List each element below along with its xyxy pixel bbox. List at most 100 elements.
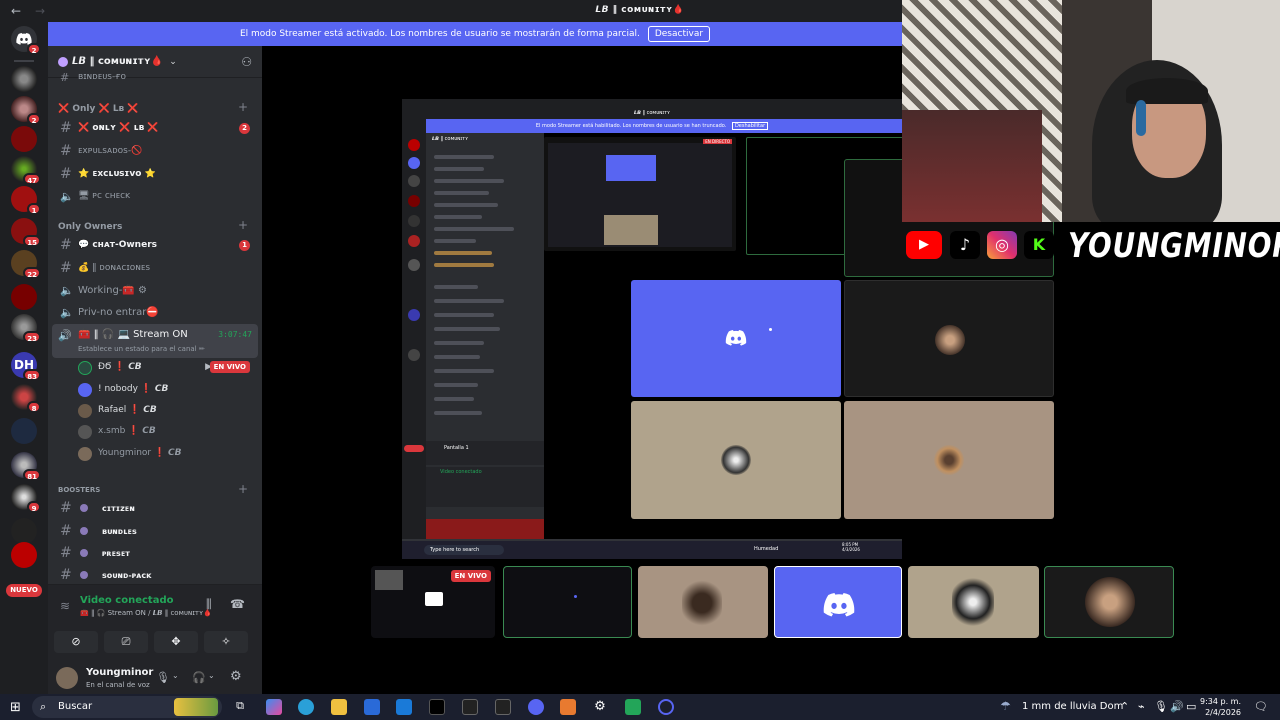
settings-gear-icon[interactable]: ⚙	[592, 699, 608, 715]
voice-user[interactable]: x.smb ❗ 𝘾𝘽	[48, 422, 262, 442]
server-icon[interactable]: 23	[11, 314, 41, 343]
voice-connected-channel[interactable]: 🧰 ‖ 🎧 Stream ON / 𝙇𝘽 ‖ ᴄᴏᴍᴜɴɪᴛʏ🩸	[80, 609, 212, 617]
server-icon[interactable]: 47	[11, 156, 41, 185]
channel-preset[interactable]: # ᴘʀᴇsᴇᴛ	[48, 543, 262, 563]
channel-donaciones[interactable]: # 💰 ‖ ᴅᴏɴᴀᴄɪᴏɴᴇs	[48, 258, 262, 278]
server-icon[interactable]: 2	[11, 96, 41, 125]
strip-tile-screen[interactable]: EN VIVO	[371, 566, 495, 638]
active-voice-channel[interactable]: 🔊 🧰 ‖ 🎧 💻 Stream ON 3:07:47 Establece un…	[52, 324, 258, 358]
video-tile-user[interactable]	[631, 401, 841, 519]
channel-exclusivo[interactable]: # ⭐ ᴇxᴄʟᴜsɪᴠᴏ ⭐	[48, 164, 262, 184]
server-list: 2 2 47 1 15 22 23 DH 83 8 81 9 NUEVO	[0, 22, 48, 694]
channel-bundles[interactable]: # ʙᴜɴᴅʟᴇs	[48, 521, 262, 541]
network-icon[interactable]: ⌁	[1138, 700, 1145, 713]
category-only-owners[interactable]: Only Owners	[58, 222, 122, 232]
share-screen-button[interactable]: ⎚	[104, 631, 148, 653]
camera-off-button[interactable]: ⊘	[54, 631, 98, 653]
microphone-icon[interactable]: 🎙	[156, 671, 170, 684]
server-icon[interactable]: DH 83	[11, 352, 41, 381]
server-icon[interactable]	[11, 518, 37, 544]
server-icon[interactable]	[11, 284, 37, 310]
copilot-icon[interactable]	[266, 699, 282, 715]
windows-start-icon[interactable]: ⊞	[10, 700, 21, 715]
edge-icon[interactable]	[298, 699, 314, 715]
headphones-icon[interactable]: 🎧	[192, 671, 206, 684]
add-channel-icon[interactable]: +	[238, 482, 248, 496]
streamer-brand: YOUNGMINOR	[1068, 226, 1280, 266]
video-tile-user[interactable]	[844, 401, 1054, 519]
category-only-lb[interactable]: ❌ Only ❌ Lʙ ❌	[58, 104, 139, 114]
disconnect-icon[interactable]: ☎	[230, 597, 245, 611]
weather-text[interactable]: 1 mm de lluvia Dom	[1022, 701, 1123, 712]
task-view-icon[interactable]: ⧉	[232, 699, 248, 715]
avatar[interactable]	[56, 667, 78, 689]
strip-tile-nobody[interactable]	[774, 566, 902, 638]
server-icon[interactable]	[11, 126, 37, 152]
server-icon[interactable]: 8	[11, 384, 41, 413]
server-icon[interactable]	[11, 418, 37, 444]
server-icon[interactable]	[11, 542, 37, 568]
activities-button[interactable]: ✥	[154, 631, 198, 653]
category-boosters[interactable]: BOOSTERS	[58, 486, 100, 494]
tiktok-app-icon[interactable]	[429, 699, 445, 715]
store-icon[interactable]	[364, 699, 380, 715]
notifications-icon[interactable]: 🗨	[1254, 700, 1268, 713]
discord-home-icon[interactable]: 2	[11, 26, 41, 55]
avatar	[1085, 577, 1135, 627]
strip-tile-user[interactable]	[908, 566, 1039, 638]
add-channel-icon[interactable]: +	[238, 100, 248, 114]
volume-icon[interactable]: 🔊	[1170, 700, 1184, 713]
app-icon[interactable]	[560, 699, 576, 715]
strip-tile-user[interactable]	[638, 566, 768, 638]
taskbar-search[interactable]: ⌕ Buscar	[32, 696, 222, 718]
channel-citizen[interactable]: # ᴄɪᴛɪᴢᴇɴ	[48, 498, 262, 518]
channel-working[interactable]: 🔈 Working-🧰 ⚙	[48, 280, 262, 300]
add-member-icon[interactable]: ⚇	[241, 55, 252, 69]
capcut-icon[interactable]	[462, 699, 478, 715]
app-icon[interactable]	[625, 699, 641, 715]
mail-icon[interactable]	[396, 699, 412, 715]
strip-tile-user[interactable]	[1044, 566, 1174, 638]
obs-icon[interactable]	[658, 699, 674, 715]
server-icon[interactable]: 22	[11, 250, 41, 279]
tray-chevron-icon[interactable]: ⌃	[1120, 700, 1129, 713]
server-icon[interactable]: 1	[11, 186, 41, 215]
channel-only-lb[interactable]: # ❌ ᴏɴʟʏ ❌ ʟʙ ❌ 2	[48, 118, 262, 138]
channel-pc-check[interactable]: 🔈 🖥 ᴘᴄ ᴄʜᴇᴄᴋ	[48, 186, 262, 206]
voice-status-prompt[interactable]: Establece un estado para el canal ✏	[78, 345, 205, 353]
soundboard-button[interactable]: ✧	[204, 631, 248, 653]
capcut2-icon[interactable]	[495, 699, 511, 715]
user-panel[interactable]: Youngminor En el canal de voz 🎙 ⌄ 🎧 ⌄ ⚙	[48, 661, 262, 695]
video-tile-user[interactable]	[844, 280, 1054, 397]
new-servers-pill[interactable]: NUEVO	[6, 584, 42, 597]
channel-bindeus[interactable]: # ʙɪɴᴅᴇᴜs-ғᴏ	[48, 70, 262, 84]
channel-expulsados[interactable]: # ᴇxᴘᴜʟsᴀᴅᴏs-🚫	[48, 141, 262, 161]
video-tile-nobody[interactable]	[631, 280, 841, 397]
server-icon[interactable]	[11, 66, 37, 92]
battery-icon[interactable]: ▭	[1186, 700, 1196, 713]
file-explorer-icon[interactable]	[331, 699, 347, 715]
voice-connected-status[interactable]: Video conectado	[80, 595, 173, 606]
channel-priv[interactable]: 🔈 Priv-no entrar⛔	[48, 302, 262, 322]
server-icon[interactable]: 81	[11, 452, 41, 481]
chevron-down-icon[interactable]: ⌄	[172, 671, 179, 680]
strip-tile-user[interactable]	[503, 566, 632, 638]
voice-user[interactable]: Youngminor ❗ 𝘾𝘽	[48, 444, 262, 464]
channel-chat-owners[interactable]: # 💬 ᴄʜᴀᴛ-Owners 1	[48, 235, 262, 255]
signal-icon[interactable]: ≋	[60, 599, 70, 613]
windows-taskbar: ⊞ ⌕ Buscar ⧉ ⚙ ☂ 1 mm de lluvia Dom ⌃ ⌁ …	[0, 694, 1280, 720]
voice-user[interactable]: Rafael ❗ 𝘾𝘽	[48, 401, 262, 421]
server-icon[interactable]: 9	[11, 484, 41, 513]
noise-suppression-icon[interactable]: ⫼	[206, 597, 212, 612]
server-icon[interactable]: 15	[11, 218, 41, 247]
add-channel-icon[interactable]: +	[238, 218, 248, 232]
voice-user[interactable]: ! nobody ❗ 𝘾𝘽	[48, 380, 262, 400]
microphone-icon[interactable]: 🎙	[1154, 700, 1168, 713]
disable-streamer-button[interactable]: Desactivar	[647, 26, 711, 42]
settings-gear-icon[interactable]: ⚙	[230, 669, 242, 684]
discord-app-icon[interactable]	[528, 699, 544, 715]
taskbar-clock[interactable]: 9:34 p. m. 2/4/2026	[1200, 696, 1241, 718]
voice-user[interactable]: ÐϬ ❗ 𝘾𝘽 ▶ EN VIVO	[48, 358, 262, 378]
chevron-down-icon[interactable]: ⌄	[208, 671, 215, 680]
channel-sound-pack[interactable]: # sᴏᴜɴᴅ-ᴘᴀᴄᴋ	[48, 565, 262, 585]
